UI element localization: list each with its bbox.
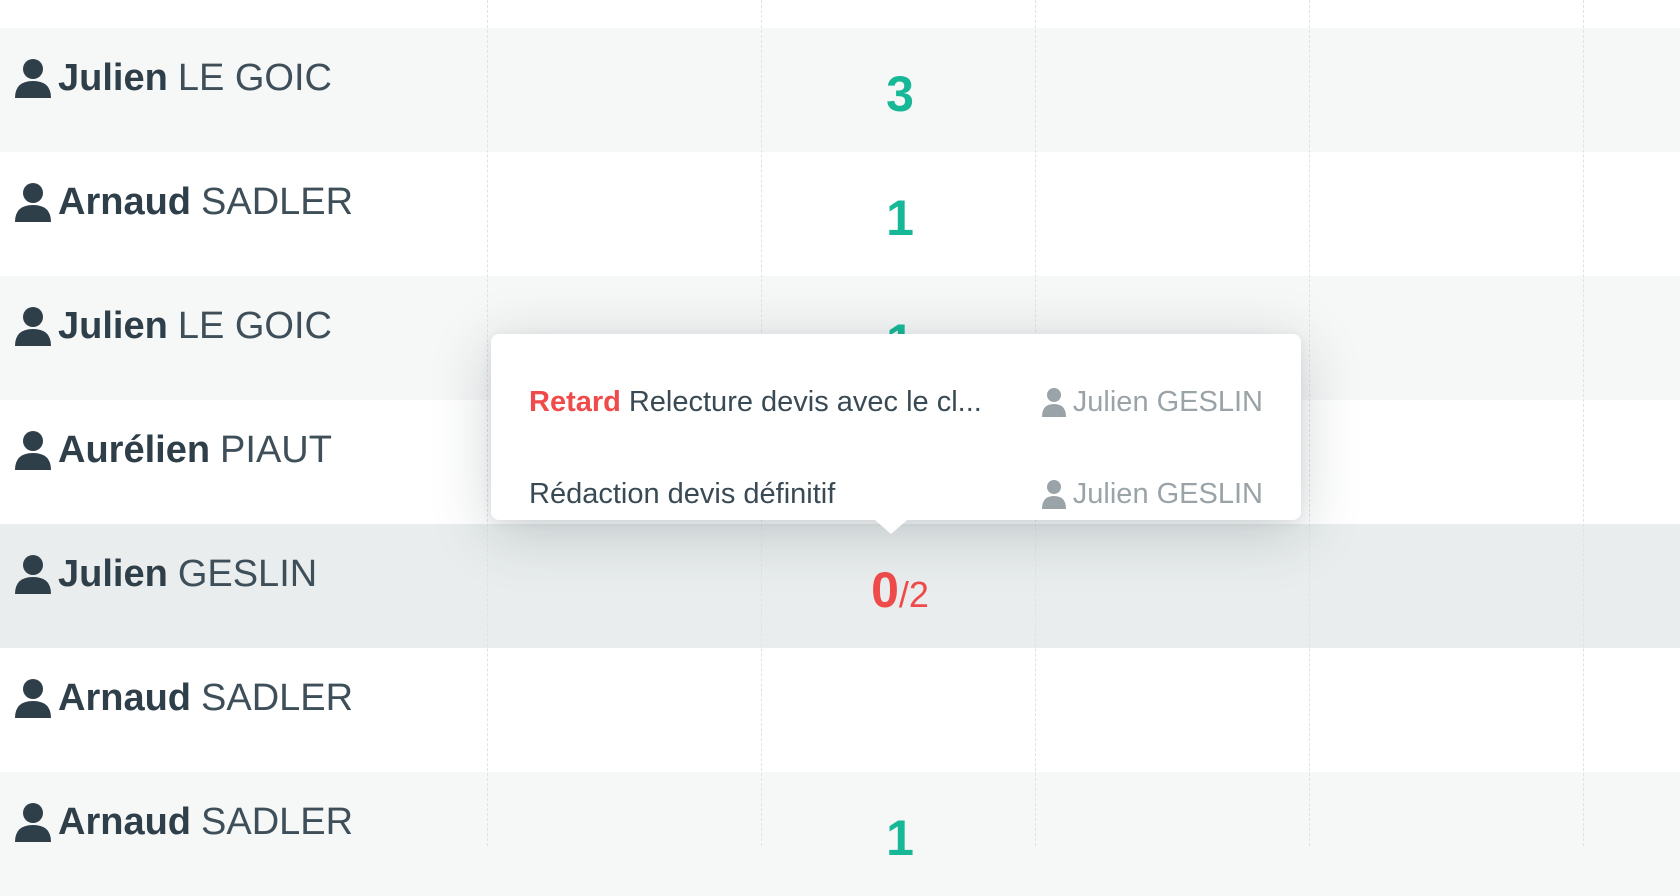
person-cell: Arnaud SADLER xyxy=(14,180,353,224)
assignee-name: Julien GESLIN xyxy=(1072,477,1263,510)
task-count[interactable]: 1 xyxy=(760,810,1040,866)
person-last-name: PIAUT xyxy=(220,429,332,471)
user-icon xyxy=(15,431,51,470)
late-badge: Retard xyxy=(529,385,621,418)
person-last-name: SADLER xyxy=(201,677,354,719)
user-icon xyxy=(15,183,51,222)
popover-task-item[interactable]: Retard Relecture devis avec le cl... Juli… xyxy=(529,380,1263,424)
task-count-value: 1 xyxy=(886,810,914,866)
task-count-late[interactable]: 0/2 xyxy=(760,562,1040,623)
column-divider xyxy=(1583,0,1584,846)
tasks-popover: Retard Relecture devis avec le cl... Juli… xyxy=(491,334,1301,534)
task-title-group: Retard Relecture devis avec le cl... xyxy=(529,386,982,419)
person-cell: Arnaud SADLER xyxy=(14,676,353,720)
popover-task-item[interactable]: Rédaction devis définitif Julien GESLIN xyxy=(529,472,1263,516)
popover-arrow xyxy=(875,520,907,534)
person-last-name: GESLIN xyxy=(177,553,318,595)
user-icon xyxy=(15,59,51,98)
user-icon xyxy=(15,307,51,346)
user-icon xyxy=(1041,388,1066,417)
person-first-name: Julien xyxy=(58,553,168,595)
person-cell: Julien LE GOIC xyxy=(14,56,332,100)
person-cell: Julien GESLIN xyxy=(14,552,317,596)
person-last-name: SADLER xyxy=(201,181,354,223)
task-count-total: /2 xyxy=(898,574,929,615)
person-first-name: Julien xyxy=(58,305,168,347)
person-cell: Julien LE GOIC xyxy=(14,304,332,348)
person-cell: Aurélien PIAUT xyxy=(14,428,332,472)
task-count-value: 0 xyxy=(871,562,899,618)
user-icon xyxy=(15,803,51,842)
column-divider xyxy=(487,0,488,846)
person-first-name: Aurélien xyxy=(58,429,211,471)
task-assignee: Julien GESLIN xyxy=(1041,386,1263,419)
person-first-name: Arnaud xyxy=(58,677,191,719)
task-count-value: 1 xyxy=(886,190,914,246)
column-divider xyxy=(1309,0,1310,846)
task-title-group: Rédaction devis définitif xyxy=(529,478,835,511)
task-title: Rédaction devis définitif xyxy=(529,477,836,510)
person-first-name: Julien xyxy=(58,57,168,99)
user-icon xyxy=(1041,480,1066,509)
task-count-value: 3 xyxy=(886,66,914,122)
person-last-name: LE GOIC xyxy=(177,57,332,99)
user-icon xyxy=(15,679,51,718)
person-first-name: Arnaud xyxy=(58,181,191,223)
task-title: Relecture devis avec le cl... xyxy=(628,385,982,418)
person-first-name: Arnaud xyxy=(58,801,191,843)
task-assignee: Julien GESLIN xyxy=(1041,478,1263,511)
task-count[interactable]: 3 xyxy=(760,66,1040,122)
task-count[interactable]: 1 xyxy=(760,190,1040,246)
user-icon xyxy=(15,555,51,594)
person-cell: Arnaud SADLER xyxy=(14,800,353,844)
person-last-name: LE GOIC xyxy=(177,305,332,347)
assignee-name: Julien GESLIN xyxy=(1072,385,1263,418)
person-last-name: SADLER xyxy=(201,801,354,843)
